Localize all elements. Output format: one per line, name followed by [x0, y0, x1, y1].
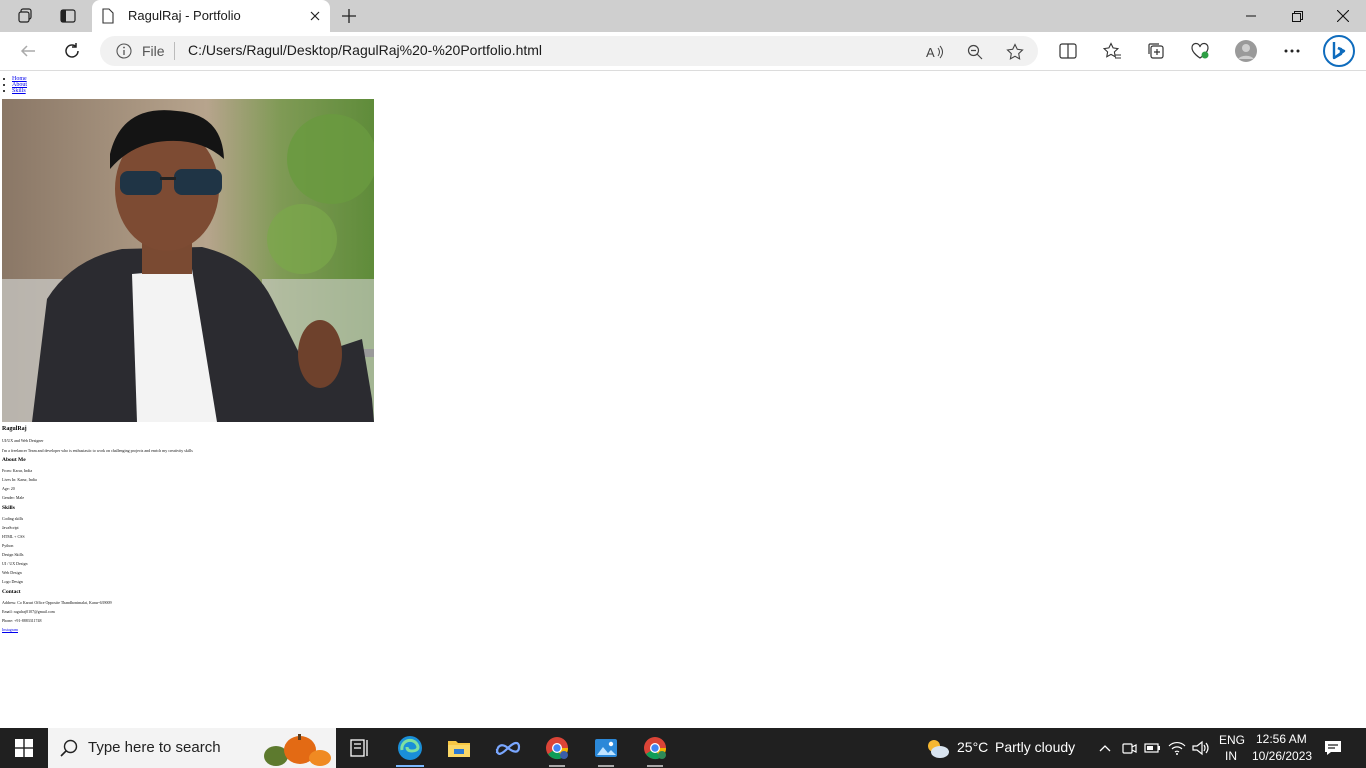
collections-icon[interactable] — [1142, 37, 1170, 65]
tab-title: RagulRaj - Portfolio — [128, 8, 241, 23]
keyboard-region[interactable]: IN — [1225, 749, 1237, 763]
zoom-out-icon[interactable] — [964, 41, 986, 63]
meet-now-icon[interactable] — [1120, 739, 1138, 757]
favorites-icon[interactable] — [1098, 37, 1126, 65]
about-item: Age: 20 — [2, 486, 15, 491]
meta-app-icon[interactable] — [484, 728, 532, 768]
taskbar-search[interactable]: Type here to search — [48, 728, 336, 768]
skill-item: UI / UX Design — [2, 561, 28, 566]
file-explorer-icon[interactable] — [435, 728, 483, 768]
volume-icon[interactable] — [1192, 739, 1210, 757]
profile-role: UI/UX and Web Designer — [2, 438, 44, 443]
skill-item: Web Design — [2, 570, 22, 575]
weather-description[interactable]: Partly cloudy — [995, 739, 1075, 755]
edge-taskbar-icon[interactable] — [386, 728, 434, 768]
weather-temp[interactable]: 25°C — [957, 739, 988, 755]
instagram-link[interactable]: Instagram — [2, 627, 18, 632]
profile-intro: I'm a freelancer Team and developer who … — [2, 448, 193, 453]
skills-heading: Skills — [2, 505, 15, 511]
address-divider — [174, 42, 175, 60]
refresh-icon[interactable] — [58, 37, 86, 65]
back-icon[interactable] — [14, 37, 42, 65]
new-tab-button[interactable] — [337, 4, 361, 28]
profile-name: RagulRaj — [2, 426, 27, 432]
url-text[interactable]: C:/Users/Ragul/Desktop/RagulRaj%20-%20Po… — [188, 42, 542, 58]
info-icon[interactable] — [116, 43, 132, 59]
nav-link-skills[interactable]: Skills — [12, 88, 26, 94]
wifi-icon[interactable] — [1168, 739, 1186, 757]
about-item: From: Karur, India — [2, 468, 33, 473]
about-item: Lives In: Karur, India — [2, 477, 37, 482]
weather-partly-cloudy-icon[interactable] — [924, 736, 950, 760]
browser-essentials-icon[interactable] — [1186, 37, 1214, 65]
taskbar: Type here to search 25°C Partly cloudy E… — [0, 728, 1366, 768]
battery-icon[interactable] — [1144, 739, 1162, 757]
chrome-taskbar-icon[interactable] — [533, 728, 581, 768]
workspaces-icon[interactable] — [10, 4, 42, 28]
tab-strip: RagulRaj - Portfolio — [0, 0, 1366, 32]
chrome-profile-icon[interactable] — [631, 728, 679, 768]
read-aloud-icon[interactable]: A — [924, 41, 946, 63]
nav-item[interactable]: Skills — [2, 88, 27, 94]
split-screen-icon[interactable] — [1054, 37, 1082, 65]
profile-avatar[interactable] — [1232, 37, 1260, 65]
task-view-icon[interactable] — [336, 728, 384, 768]
language-indicator[interactable]: ENG — [1219, 733, 1245, 747]
search-placeholder: Type here to search — [88, 739, 221, 756]
start-button[interactable] — [0, 728, 48, 768]
windows-icon — [15, 739, 33, 757]
close-tab-icon[interactable] — [306, 7, 324, 25]
notifications-icon[interactable] — [1324, 739, 1342, 757]
more-options-icon[interactable] — [1278, 37, 1306, 65]
skill-item: JavaScript — [2, 525, 19, 530]
contact-phone: Phone: +91-8883311748 — [2, 618, 42, 623]
skill-item: Python — [2, 543, 14, 548]
contact-heading: Contact — [2, 589, 21, 595]
clock-time[interactable]: 12:56 AM — [1256, 732, 1307, 746]
bing-copilot-icon[interactable] — [1322, 34, 1356, 68]
pumpkin-search-highlight-icon — [260, 732, 336, 766]
minimize-button[interactable] — [1228, 0, 1274, 32]
skill-item: Coding skills — [2, 516, 24, 521]
vertical-tabs-icon[interactable] — [52, 4, 84, 28]
document-icon — [102, 8, 114, 24]
about-heading: About Me — [2, 457, 26, 463]
svg-text:A: A — [926, 45, 935, 60]
tab-portfolio[interactable]: RagulRaj - Portfolio — [92, 0, 330, 32]
close-window-button[interactable] — [1320, 0, 1366, 32]
address-scheme-label: File — [142, 43, 165, 59]
nav-list: Home About Skills — [2, 76, 27, 94]
address-bar[interactable]: File C:/Users/Ragul/Desktop/RagulRaj%20-… — [100, 36, 1038, 66]
profile-photo — [2, 99, 374, 422]
chevron-up-icon[interactable] — [1096, 739, 1114, 757]
skill-item: Design Skills — [2, 552, 24, 557]
clock-date[interactable]: 10/26/2023 — [1252, 749, 1312, 763]
contact-address: Address: Co Karuri Office Opposite Thand… — [2, 600, 112, 605]
web-page: Home About Skills RagulRaj UI/UX and Web… — [0, 71, 1366, 728]
photos-icon[interactable] — [582, 728, 630, 768]
favorite-star-icon[interactable] — [1004, 41, 1026, 63]
skill-item: HTML + CSS — [2, 534, 25, 539]
restore-button[interactable] — [1274, 0, 1320, 32]
about-item: Gender: Male — [2, 495, 25, 500]
skill-item: Logo Design — [2, 579, 23, 584]
browser-toolbar: File C:/Users/Ragul/Desktop/RagulRaj%20-… — [0, 32, 1366, 71]
search-icon — [60, 739, 78, 757]
contact-email: Email: ragulraj0107@gmail.com — [2, 609, 55, 614]
